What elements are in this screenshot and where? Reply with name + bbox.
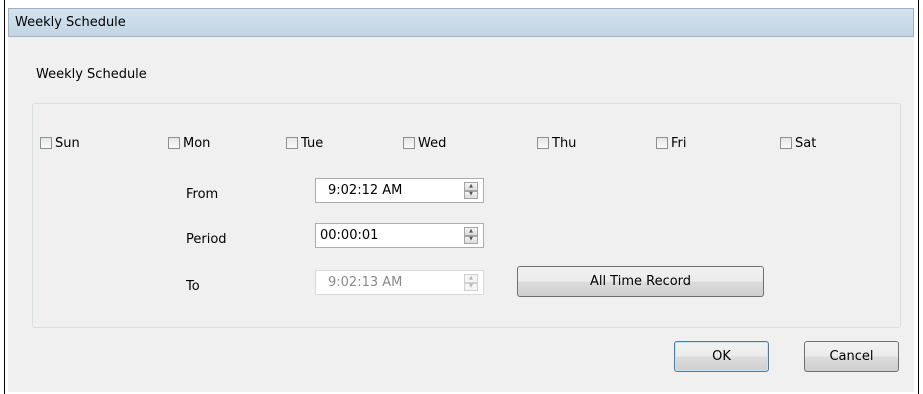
from-spinner[interactable]: ▲ ▼ bbox=[464, 182, 478, 199]
title-bar[interactable]: Weekly Schedule bbox=[8, 8, 914, 37]
checkbox-wed-label: Wed bbox=[418, 135, 447, 151]
to-spin-up-icon: ▲ bbox=[464, 274, 478, 283]
all-time-record-button[interactable]: All Time Record bbox=[517, 266, 764, 297]
from-spin-up-icon[interactable]: ▲ bbox=[464, 182, 478, 191]
checkbox-thu-label: Thu bbox=[552, 135, 577, 151]
period-spinner[interactable]: ▲ ▼ bbox=[464, 227, 478, 244]
to-spin-down-icon: ▼ bbox=[464, 282, 478, 291]
checkbox-tue[interactable]: Tue bbox=[286, 135, 323, 151]
from-time-value: 9:02:12 AM bbox=[328, 183, 403, 198]
checkbox-fri[interactable]: Fri bbox=[656, 135, 687, 151]
checkbox-sat-label: Sat bbox=[795, 135, 817, 151]
checkbox-sat[interactable]: Sat bbox=[780, 135, 816, 151]
checkbox-sat-box[interactable] bbox=[780, 137, 792, 149]
checkbox-sun-box[interactable] bbox=[40, 137, 52, 149]
ok-button[interactable]: OK bbox=[674, 341, 769, 372]
period-spin-down-icon[interactable]: ▼ bbox=[464, 235, 478, 244]
window-title: Weekly Schedule bbox=[15, 15, 126, 30]
checkbox-thu[interactable]: Thu bbox=[537, 135, 576, 151]
checkbox-tue-box[interactable] bbox=[286, 137, 298, 149]
checkbox-mon-label: Mon bbox=[183, 135, 211, 151]
period-spin-up-icon[interactable]: ▲ bbox=[464, 227, 478, 236]
from-label: From bbox=[186, 187, 219, 202]
checkbox-sun[interactable]: Sun bbox=[40, 135, 80, 151]
weekly-schedule-dialog: Weekly Schedule Weekly Schedule Sun Mon … bbox=[8, 8, 914, 392]
checkbox-thu-box[interactable] bbox=[537, 137, 549, 149]
checkbox-sun-label: Sun bbox=[55, 135, 80, 151]
to-label: To bbox=[186, 279, 200, 294]
to-time-value: 9:02:13 AM bbox=[328, 275, 403, 290]
to-time-picker: 9:02:13 AM ▲ ▼ bbox=[315, 270, 484, 295]
from-time-picker[interactable]: 9:02:12 AM ▲ ▼ bbox=[315, 178, 484, 203]
window-edge-right bbox=[918, 0, 919, 394]
window-edge-left bbox=[4, 0, 5, 394]
checkbox-fri-box[interactable] bbox=[656, 137, 668, 149]
period-time-picker[interactable]: 00:00:01 ▲ ▼ bbox=[315, 223, 484, 248]
checkbox-tue-label: Tue bbox=[301, 135, 324, 151]
to-spinner: ▲ ▼ bbox=[464, 274, 478, 291]
cancel-button[interactable]: Cancel bbox=[804, 341, 899, 372]
section-label: Weekly Schedule bbox=[36, 67, 147, 82]
checkbox-mon[interactable]: Mon bbox=[168, 135, 210, 151]
checkbox-wed-box[interactable] bbox=[403, 137, 415, 149]
period-time-value: 00:00:01 bbox=[320, 228, 379, 243]
period-label: Period bbox=[186, 232, 227, 247]
checkbox-mon-box[interactable] bbox=[168, 137, 180, 149]
checkbox-fri-label: Fri bbox=[671, 135, 687, 151]
checkbox-wed[interactable]: Wed bbox=[403, 135, 446, 151]
from-spin-down-icon[interactable]: ▼ bbox=[464, 190, 478, 199]
